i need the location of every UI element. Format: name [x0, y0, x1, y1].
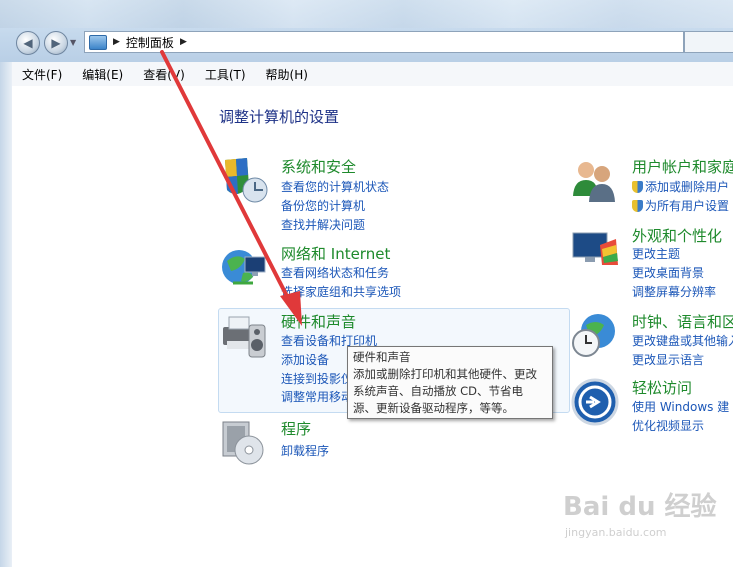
watermark-brand: Bai du 经验 — [563, 492, 717, 522]
annotation-arrow — [160, 50, 302, 326]
watermark-url: jingyan.baidu.com — [565, 526, 667, 539]
baidu-watermark: Bai du 经验 jingyan.baidu.com — [563, 486, 717, 539]
